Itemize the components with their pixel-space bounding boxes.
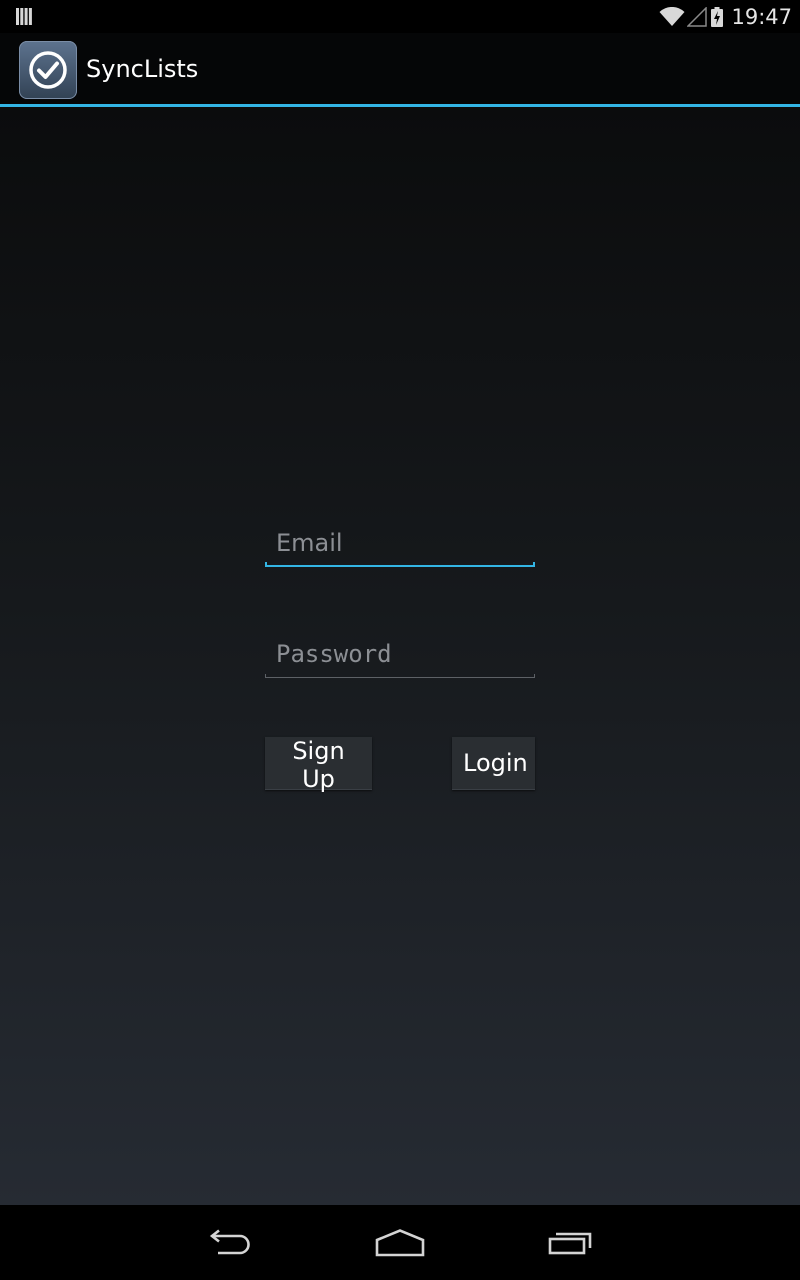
login-screen: 19:47 SyncLists Sign Up Login xyxy=(0,0,800,1280)
app-title: SyncLists xyxy=(86,55,199,83)
action-bar: SyncLists xyxy=(0,33,800,105)
back-button[interactable] xyxy=(175,1205,285,1280)
password-field[interactable] xyxy=(265,634,535,678)
sign-up-button[interactable]: Sign Up xyxy=(265,737,372,793)
recent-apps-icon xyxy=(548,1232,592,1254)
signal-icon xyxy=(687,6,708,27)
notification-bars-icon xyxy=(16,8,32,25)
login-content: Sign Up Login xyxy=(0,107,800,1205)
navigation-bar xyxy=(0,1205,800,1280)
battery-charging-icon xyxy=(711,6,724,27)
home-icon xyxy=(375,1228,425,1256)
password-underline xyxy=(265,674,535,678)
wifi-icon xyxy=(659,6,685,26)
status-time: 19:47 xyxy=(731,4,792,29)
recent-apps-button[interactable] xyxy=(516,1205,626,1280)
status-bar: 19:47 xyxy=(0,0,800,33)
email-input[interactable] xyxy=(265,523,535,563)
email-field[interactable] xyxy=(265,523,535,567)
home-button[interactable] xyxy=(345,1205,455,1280)
login-button[interactable]: Login xyxy=(452,737,535,790)
checkmark-circle-icon xyxy=(29,51,67,89)
email-underline xyxy=(265,562,535,567)
password-input[interactable] xyxy=(265,634,535,674)
app-icon[interactable] xyxy=(19,41,77,99)
back-icon xyxy=(209,1228,250,1254)
